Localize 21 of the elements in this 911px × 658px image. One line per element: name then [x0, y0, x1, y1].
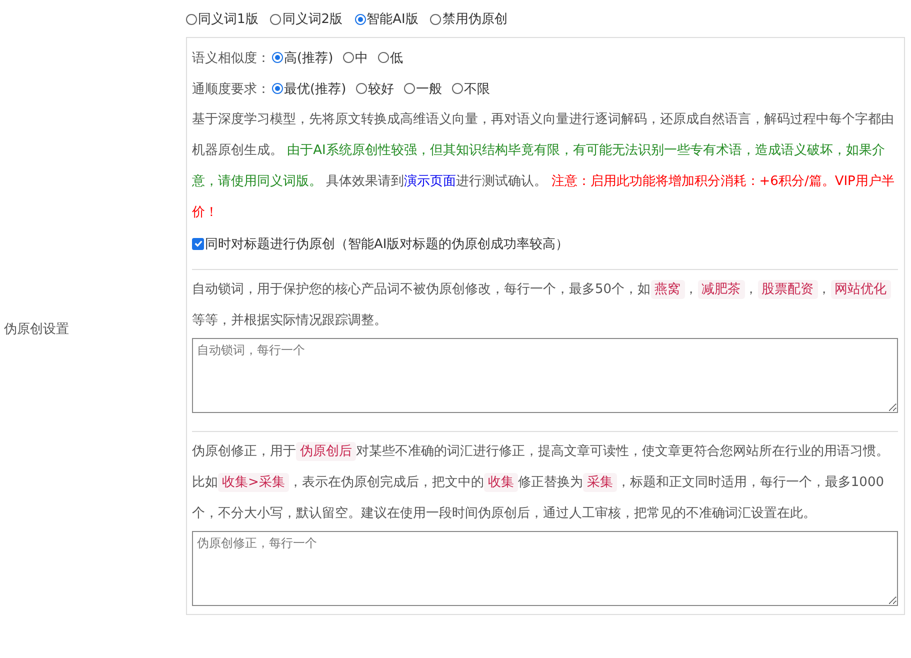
radio-option[interactable]: 最优(推荐) — [272, 80, 346, 98]
correction-field[interactable]: 伪原创修正，每行一个 — [192, 531, 898, 606]
description-text: 基于深度学习模型，先将原文转换成高维语义向量，再对语义向量进行逐词解码，还原成自然语言，解码过程中每个字都由机器原创生成。 由于AI系统原创性较强，但其知识结构毕竟有限，有可能无法识别一些专有术语，造成语义破坏，如果介意，请使用同义词版。 具体效果请到演示页面进行测试确认。 注意：启用此功能将增加积分消耗：+6积分/篇。VIP用户半价！ — [192, 111, 896, 222]
radio-option[interactable]: 同义词1版 — [186, 10, 258, 28]
radio-option[interactable]: 高(推荐) — [272, 48, 334, 66]
radio-option[interactable]: 较好 — [356, 80, 394, 98]
radio-option[interactable]: 不限 — [452, 80, 490, 98]
radio-option[interactable]: 一般 — [404, 80, 442, 98]
setting-label: 语义相似度： — [192, 50, 270, 66]
radio-option[interactable]: 同义词2版 — [270, 10, 343, 28]
description-text: 自动锁词，用于保护您的核心产品词不被伪原创修改，每行一个，最多50个，如 燕窝 ， 减肥茶 ， 股票配资 ， 网站优化 等等，并根据实际情况跟踪调整。 — [192, 274, 898, 336]
radio-option[interactable]: 智能AI版 — [354, 10, 418, 28]
title-checkbox[interactable]: 同时对标题进行伪原创（智能AI版对标题的伪原创成功率较高） — [192, 234, 569, 252]
section-label: 伪原创设置 — [4, 321, 69, 338]
radio-option[interactable]: 低 — [378, 48, 404, 66]
radio-option[interactable]: 中 — [343, 48, 368, 66]
radio-option[interactable]: 禁用伪原创 — [430, 10, 508, 28]
setting-label: 通顺度要求： — [192, 80, 270, 98]
description-text: 伪原创修正，用于 伪原创后 对某些不准确的词汇进行修正，提高文章可读性，使文章更符合您网站所在行业的用语习惯。比如 收集>采集 ，表示在伪原创完成后，把文中的 收集 修正替换为 采集 ，标题和正文同时适用，每行一个，最多1000个，不分大小写，默认留空。建议在使用一段时间伪原创后，通过人工审核，把常见的不准确词汇设置在此。 — [192, 441, 890, 523]
demo-link[interactable]: 演示页面 — [404, 174, 456, 189]
lock-words-field[interactable]: 自动锁词，每行一个 — [192, 338, 898, 413]
